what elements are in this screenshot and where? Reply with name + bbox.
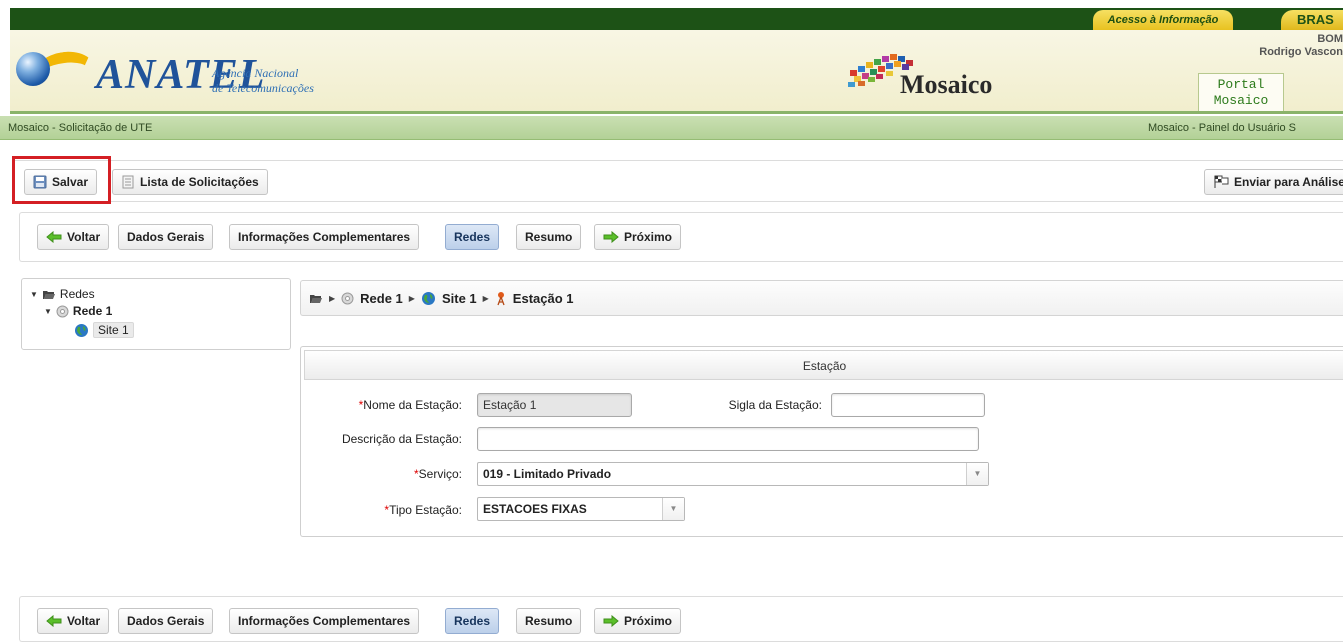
send-for-analysis-button[interactable]: Enviar para Análise — [1204, 169, 1343, 195]
path-separator-icon: ▶ — [482, 293, 489, 303]
folder-open-icon[interactable] — [309, 293, 323, 304]
next-label: Próximo — [624, 614, 673, 628]
save-button[interactable]: Salvar — [24, 169, 98, 195]
back-button-bottom[interactable]: Voltar — [37, 608, 110, 634]
path-separator-icon: ▶ — [329, 293, 336, 303]
arrow-right-icon — [603, 615, 619, 627]
station-type-label: *Tipo Estação: — [340, 503, 462, 517]
next-label: Próximo — [624, 230, 673, 244]
network-tree: ▼ Redes ▼ Rede 1 Site 1 — [21, 278, 291, 350]
tree-node-site-1[interactable]: Site 1 — [74, 322, 134, 338]
chevron-down-icon[interactable]: ▼ — [662, 498, 684, 520]
tab-resumo-top[interactable]: Resumo — [516, 224, 582, 250]
header-divider — [10, 111, 1343, 114]
path-site-link[interactable]: Site 1 — [442, 291, 477, 306]
expand-triangle-icon[interactable]: ▼ — [44, 307, 52, 316]
tree-node-redes[interactable]: ▼ Redes — [30, 287, 95, 301]
tab-dados-gerais-top[interactable]: Dados Gerais — [118, 224, 214, 250]
chevron-down-icon[interactable]: ▼ — [966, 463, 988, 485]
next-button-top[interactable]: Próximo — [594, 224, 682, 250]
station-type-label-text: Tipo Estação: — [389, 503, 462, 517]
flags-icon — [1214, 175, 1229, 188]
send-for-analysis-label: Enviar para Análise — [1234, 175, 1343, 189]
service-select[interactable]: 019 - Limitado Privado ▼ — [477, 462, 989, 486]
agency-name-line2: de Telecomunicações — [212, 81, 314, 95]
networks-label: Redes — [454, 614, 491, 628]
tab-redes-top[interactable]: Redes — [445, 224, 500, 250]
greeting-text: BOM — [1317, 33, 1343, 45]
tree-node-label: Redes — [59, 287, 95, 301]
request-list-label: Lista de Solicitações — [140, 175, 259, 189]
anatel-logo-globe-icon — [16, 52, 50, 86]
back-label: Voltar — [67, 230, 101, 244]
general-data-label: Dados Gerais — [127, 614, 205, 628]
brasil-link[interactable]: BRAS — [1281, 10, 1343, 30]
expand-triangle-icon[interactable]: ▼ — [30, 290, 38, 299]
folder-open-icon — [42, 290, 55, 299]
agency-name: Agência Nacional de Telecomunicações — [212, 66, 314, 96]
portal-tab-line1: Portal — [1217, 77, 1265, 92]
network-disc-icon — [56, 305, 69, 317]
portal-tab-line2: Mosaico — [1213, 93, 1269, 108]
service-selected-value: 019 - Limitado Privado — [483, 467, 612, 481]
tab-dados-gerais-bottom[interactable]: Dados Gerais — [118, 608, 214, 634]
summary-label: Resumo — [525, 614, 573, 628]
breadcrumb-strip: Mosaico - Solicitação de UTE Mosaico - P… — [0, 116, 1343, 140]
general-data-label: Dados Gerais — [127, 230, 205, 244]
globe-icon — [421, 291, 435, 305]
station-acronym-field[interactable] — [831, 393, 985, 417]
app-title: Mosaico — [900, 70, 993, 99]
station-name-label-text: Nome da Estação: — [363, 398, 462, 412]
service-label: *Serviço: — [340, 467, 462, 481]
tree-node-label-selected: Site 1 — [93, 322, 134, 338]
save-button-label: Salvar — [52, 175, 89, 189]
breadcrumb: Mosaico - Solicitação de UTE — [8, 122, 153, 134]
back-button-top[interactable]: Voltar — [37, 224, 110, 250]
station-type-select[interactable]: ESTACOES FIXAS ▼ — [477, 497, 685, 521]
station-form-title: Estação — [304, 350, 1343, 380]
document-list-icon — [122, 175, 134, 189]
floppy-disk-icon — [33, 175, 47, 189]
acesso-informacao-link[interactable]: Acesso à Informação — [1093, 10, 1233, 30]
user-name[interactable]: Rodrigo Vascon — [1233, 46, 1343, 59]
tree-node-label: Rede 1 — [72, 304, 113, 318]
user-panel-link[interactable]: Mosaico - Painel do Usuário S — [1148, 116, 1296, 140]
networks-label: Redes — [454, 230, 491, 244]
portal-mosaico-tab[interactable]: Portal Mosaico — [1198, 73, 1284, 111]
station-type-selected-value: ESTACOES FIXAS — [483, 502, 587, 516]
user-info: BOM Rodrigo Vascon — [1233, 33, 1343, 59]
tab-resumo-bottom[interactable]: Resumo — [516, 608, 582, 634]
arrow-left-icon — [46, 231, 62, 243]
agency-name-line1: Agência Nacional — [212, 66, 299, 80]
back-label: Voltar — [67, 614, 101, 628]
globe-icon — [75, 323, 88, 337]
station-name-label: *Nome da Estação: — [320, 398, 462, 412]
location-path: ▶ Rede 1 ▶ Site 1 ▶ Estação 1 — [300, 280, 1343, 316]
tab-informacoes-complementares-bottom[interactable]: Informações Complementares — [229, 608, 420, 634]
path-station-label: Estação 1 — [512, 290, 574, 306]
complementary-info-label: Informações Complementares — [238, 614, 411, 628]
tab-informacoes-complementares-top[interactable]: Informações Complementares — [229, 224, 420, 250]
station-acronym-label: Sigla da Estação: — [728, 398, 822, 412]
request-list-button[interactable]: Lista de Solicitações — [112, 169, 268, 195]
service-label-text: Serviço: — [418, 467, 462, 481]
network-disc-icon — [341, 292, 354, 304]
complementary-info-label: Informações Complementares — [238, 230, 411, 244]
tab-redes-bottom[interactable]: Redes — [445, 608, 500, 634]
station-description-label: Descrição da Estação: — [341, 432, 462, 446]
tree-node-rede-1[interactable]: ▼ Rede 1 — [44, 304, 112, 318]
arrow-left-icon — [46, 615, 62, 627]
summary-label: Resumo — [525, 230, 573, 244]
antenna-tower-icon — [497, 291, 505, 305]
path-network-link[interactable]: Rede 1 — [360, 291, 403, 306]
arrow-right-icon — [603, 231, 619, 243]
path-separator-icon: ▶ — [408, 293, 415, 303]
station-description-field[interactable] — [477, 427, 979, 451]
station-name-field[interactable]: Estação 1 — [477, 393, 632, 417]
next-button-bottom[interactable]: Próximo — [594, 608, 682, 634]
